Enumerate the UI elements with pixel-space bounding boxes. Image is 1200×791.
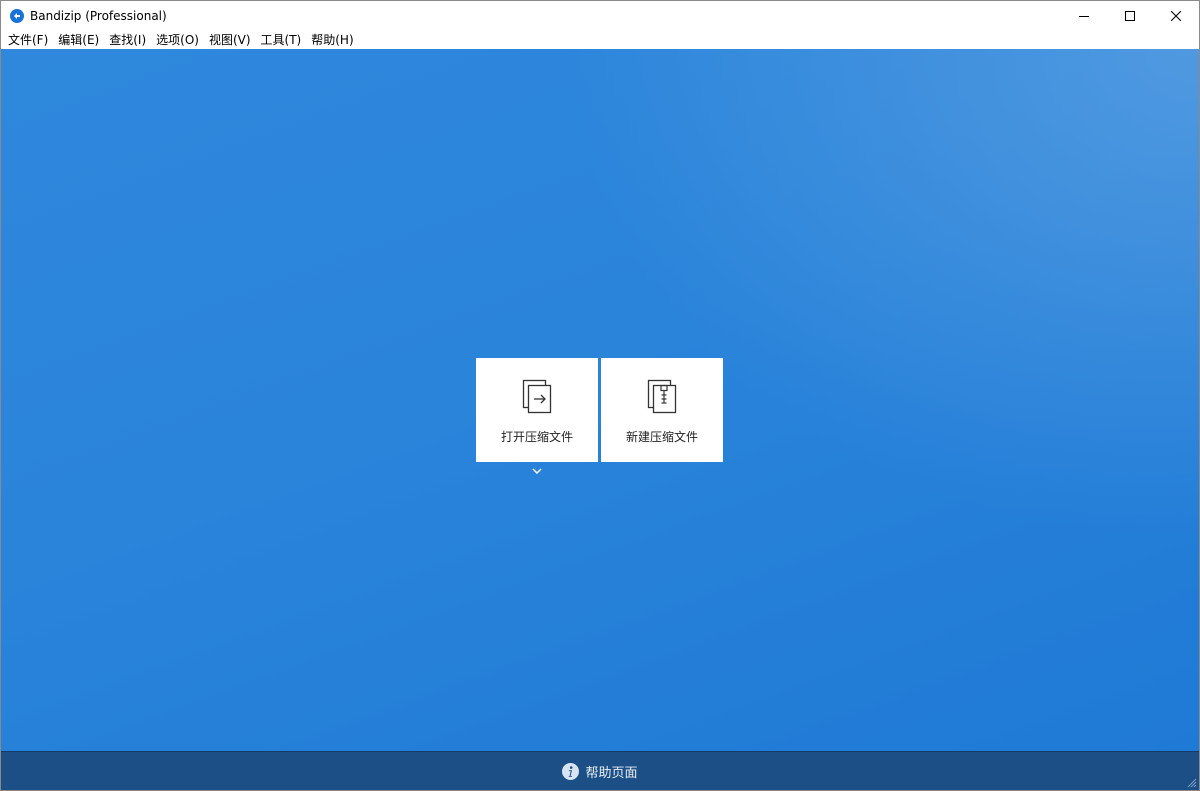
help-page-link[interactable]: 帮助页面 xyxy=(562,762,638,781)
window-title: Bandizip (Professional) xyxy=(30,9,167,23)
app-window: Bandizip (Professional) 文件(F) 编辑(E) 查找(I… xyxy=(0,0,1200,791)
minimize-button[interactable] xyxy=(1061,1,1107,31)
maximize-icon xyxy=(1125,11,1135,21)
new-archive-label: 新建压缩文件 xyxy=(625,430,698,444)
title-bar[interactable]: Bandizip (Professional) xyxy=(1,1,1199,31)
resize-grip-icon[interactable] xyxy=(1187,778,1197,788)
window-controls xyxy=(1061,1,1199,31)
new-archive-icon xyxy=(645,378,679,416)
info-icon xyxy=(562,762,580,780)
maximize-button[interactable] xyxy=(1107,1,1153,31)
open-archive-icon xyxy=(520,378,554,416)
minimize-icon xyxy=(1079,16,1089,17)
open-archive-dropdown-button[interactable] xyxy=(530,466,544,476)
help-page-label: 帮助页面 xyxy=(585,765,638,781)
menu-help[interactable]: 帮助(H) xyxy=(306,31,358,49)
close-button[interactable] xyxy=(1153,1,1199,31)
menu-edit[interactable]: 编辑(E) xyxy=(53,31,104,49)
new-archive-button[interactable]: 新建压缩文件 xyxy=(601,358,723,462)
chevron-down-icon xyxy=(532,468,542,474)
menu-file[interactable]: 文件(F) xyxy=(3,31,53,49)
open-archive-button[interactable]: 打开压缩文件 xyxy=(476,358,598,462)
help-bar: 帮助页面 xyxy=(1,751,1199,790)
menu-bar: 文件(F) 编辑(E) 查找(I) 选项(O) 视图(V) 工具(T) 帮助(H… xyxy=(1,31,1199,49)
menu-find[interactable]: 查找(I) xyxy=(104,31,151,49)
menu-view[interactable]: 视图(V) xyxy=(204,31,256,49)
menu-tools[interactable]: 工具(T) xyxy=(256,31,307,49)
action-cards: 打开压缩文件 新建压缩文件 xyxy=(476,358,723,462)
menu-options[interactable]: 选项(O) xyxy=(151,31,204,49)
open-archive-label: 打开压缩文件 xyxy=(500,430,573,444)
bandizip-logo-icon xyxy=(10,9,24,23)
main-area: 打开压缩文件 新建压缩文件 xyxy=(1,49,1199,751)
close-icon xyxy=(1171,11,1181,21)
